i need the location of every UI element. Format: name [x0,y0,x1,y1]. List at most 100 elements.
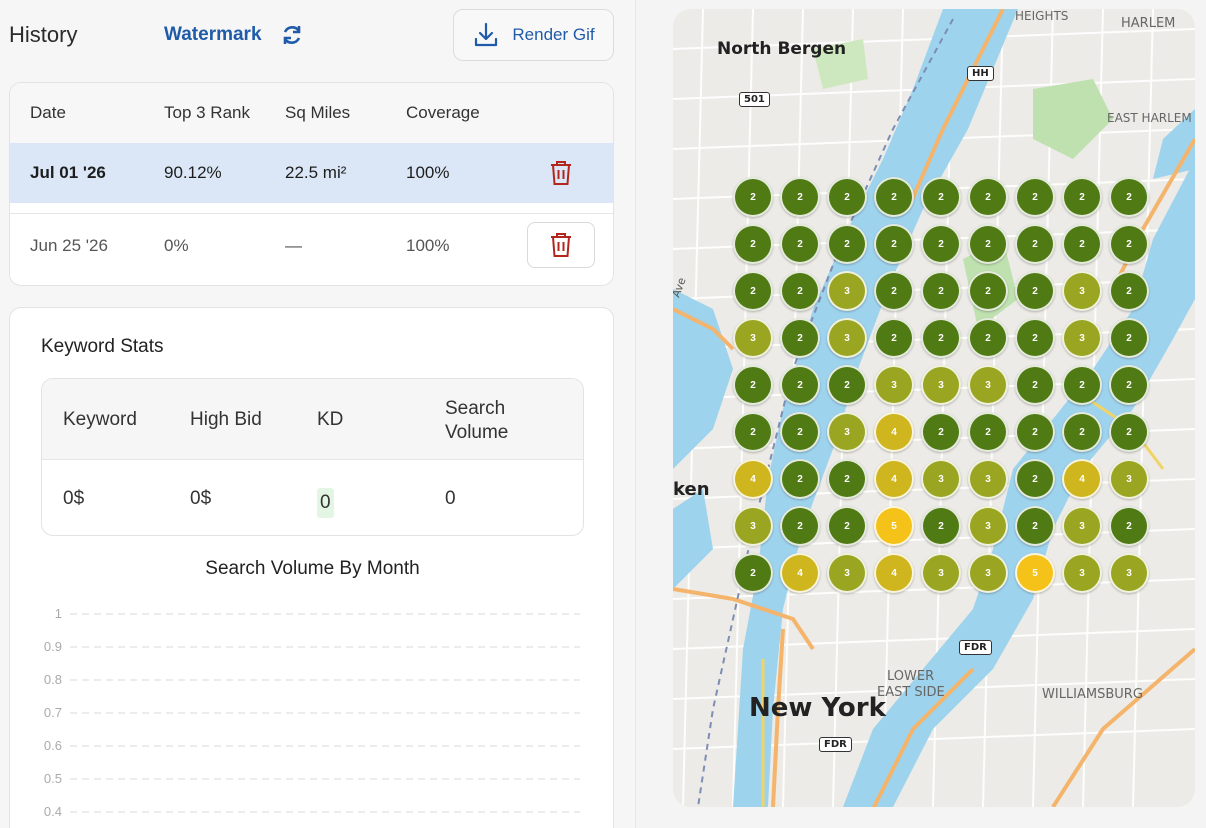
rank-marker[interactable]: 2 [968,318,1008,358]
rank-marker[interactable]: 2 [921,506,961,546]
keyword-stats-table: Keyword High Bid KD Search Volume 0$ 0$ 0… [41,378,584,536]
rank-marker[interactable]: 2 [733,412,773,452]
rank-marker[interactable]: 2 [921,318,961,358]
rank-marker[interactable]: 2 [1015,177,1055,217]
rank-marker[interactable]: 3 [968,553,1008,593]
rank-marker[interactable]: 2 [968,224,1008,264]
watermark-toggle[interactable]: Watermark [164,24,262,46]
rank-marker[interactable]: 2 [1015,365,1055,405]
rank-marker[interactable]: 2 [1062,412,1102,452]
search-volume-value: 0 [445,488,456,509]
rank-marker[interactable]: 3 [921,459,961,499]
y-tick-label: 0.4 [44,804,62,819]
history-table: Date Top 3 Rank Sq Miles Coverage Jul 01… [9,82,614,286]
rank-marker[interactable]: 4 [733,459,773,499]
rank-marker[interactable]: 2 [874,177,914,217]
rank-marker[interactable]: 2 [1062,224,1102,264]
rank-marker[interactable]: 2 [1062,365,1102,405]
rank-marker[interactable]: 2 [968,177,1008,217]
rank-marker[interactable]: 3 [827,271,867,311]
rank-marker[interactable]: 4 [1062,459,1102,499]
rank-marker[interactable]: 2 [733,365,773,405]
rank-marker[interactable]: 2 [733,271,773,311]
rank-marker[interactable]: 5 [874,506,914,546]
rank-marker[interactable]: 2 [1109,365,1149,405]
rank-marker[interactable]: 2 [921,224,961,264]
rank-marker[interactable]: 2 [733,177,773,217]
rank-marker[interactable]: 3 [968,365,1008,405]
rank-marker[interactable]: 3 [827,412,867,452]
rank-marker[interactable]: 2 [780,365,820,405]
rank-marker[interactable]: 2 [733,553,773,593]
render-gif-button[interactable]: Render Gif [453,9,614,61]
keyword-row: 0$ 0$ 0 0 [42,460,583,535]
rank-marker[interactable]: 2 [1015,459,1055,499]
rank-marker[interactable]: 3 [968,459,1008,499]
rank-marker[interactable]: 2 [827,506,867,546]
rank-marker[interactable]: 2 [1015,271,1055,311]
rank-marker[interactable]: 2 [968,412,1008,452]
rank-marker[interactable]: 3 [1109,459,1149,499]
history-row[interactable]: Jul 01 '26 90.12% 22.5 mi² 100% [10,143,613,203]
row-coverage: 100% [406,235,450,255]
rank-marker[interactable]: 3 [733,506,773,546]
rank-marker[interactable]: 2 [1109,412,1149,452]
rank-marker[interactable]: 2 [1109,318,1149,358]
rank-marker[interactable]: 2 [1109,271,1149,311]
rank-marker[interactable]: 2 [733,224,773,264]
rank-marker[interactable]: 3 [1062,553,1102,593]
rank-marker[interactable]: 2 [968,271,1008,311]
row-top3: 90.12% [164,163,222,182]
rank-marker[interactable]: 2 [1109,177,1149,217]
rank-marker[interactable]: 2 [874,318,914,358]
rank-marker[interactable]: 2 [1062,177,1102,217]
rank-marker[interactable]: 4 [874,412,914,452]
rank-marker[interactable]: 3 [827,553,867,593]
rank-marker[interactable]: 2 [827,459,867,499]
rank-marker[interactable]: 4 [874,553,914,593]
rank-marker[interactable]: 3 [921,553,961,593]
refresh-icon[interactable] [280,23,304,47]
map[interactable]: North Bergen HEIGHTS HARLEM EAST HARLEM … [673,9,1195,807]
rank-marker[interactable]: 2 [921,412,961,452]
rank-marker[interactable]: 2 [874,271,914,311]
rank-marker[interactable]: 2 [780,271,820,311]
rank-marker[interactable]: 2 [780,412,820,452]
history-row[interactable]: Jun 25 '26 0% — 100% [10,213,613,277]
rank-marker[interactable]: 2 [1015,224,1055,264]
rank-marker[interactable]: 3 [1062,506,1102,546]
row-date: Jul 01 '26 [30,163,106,182]
rank-marker[interactable]: 3 [733,318,773,358]
rank-marker[interactable]: 3 [1062,318,1102,358]
rank-marker[interactable]: 2 [827,224,867,264]
delete-button[interactable] [527,222,595,268]
rank-marker[interactable]: 5 [1015,553,1055,593]
rank-marker[interactable]: 2 [780,224,820,264]
rank-marker[interactable]: 2 [780,506,820,546]
rank-marker[interactable]: 2 [1015,412,1055,452]
col-high-bid: High Bid [190,409,262,430]
rank-marker[interactable]: 2 [1109,224,1149,264]
rank-marker[interactable]: 2 [874,224,914,264]
rank-marker[interactable]: 3 [827,318,867,358]
rank-marker[interactable]: 3 [1109,553,1149,593]
rank-marker[interactable]: 4 [874,459,914,499]
rank-marker[interactable]: 2 [780,177,820,217]
rank-marker[interactable]: 3 [968,506,1008,546]
rank-marker[interactable]: 3 [921,365,961,405]
rank-marker[interactable]: 2 [921,177,961,217]
rank-marker[interactable]: 3 [874,365,914,405]
rank-marker[interactable]: 2 [780,318,820,358]
rank-marker[interactable]: 2 [1109,506,1149,546]
download-icon [475,22,498,47]
rank-marker[interactable]: 2 [1015,506,1055,546]
col-coverage: Coverage [406,103,480,122]
delete-button[interactable] [527,150,595,196]
rank-marker[interactable]: 2 [780,459,820,499]
rank-marker[interactable]: 4 [780,553,820,593]
rank-marker[interactable]: 2 [1015,318,1055,358]
rank-marker[interactable]: 2 [921,271,961,311]
rank-marker[interactable]: 3 [1062,271,1102,311]
rank-marker[interactable]: 2 [827,177,867,217]
rank-marker[interactable]: 2 [827,365,867,405]
